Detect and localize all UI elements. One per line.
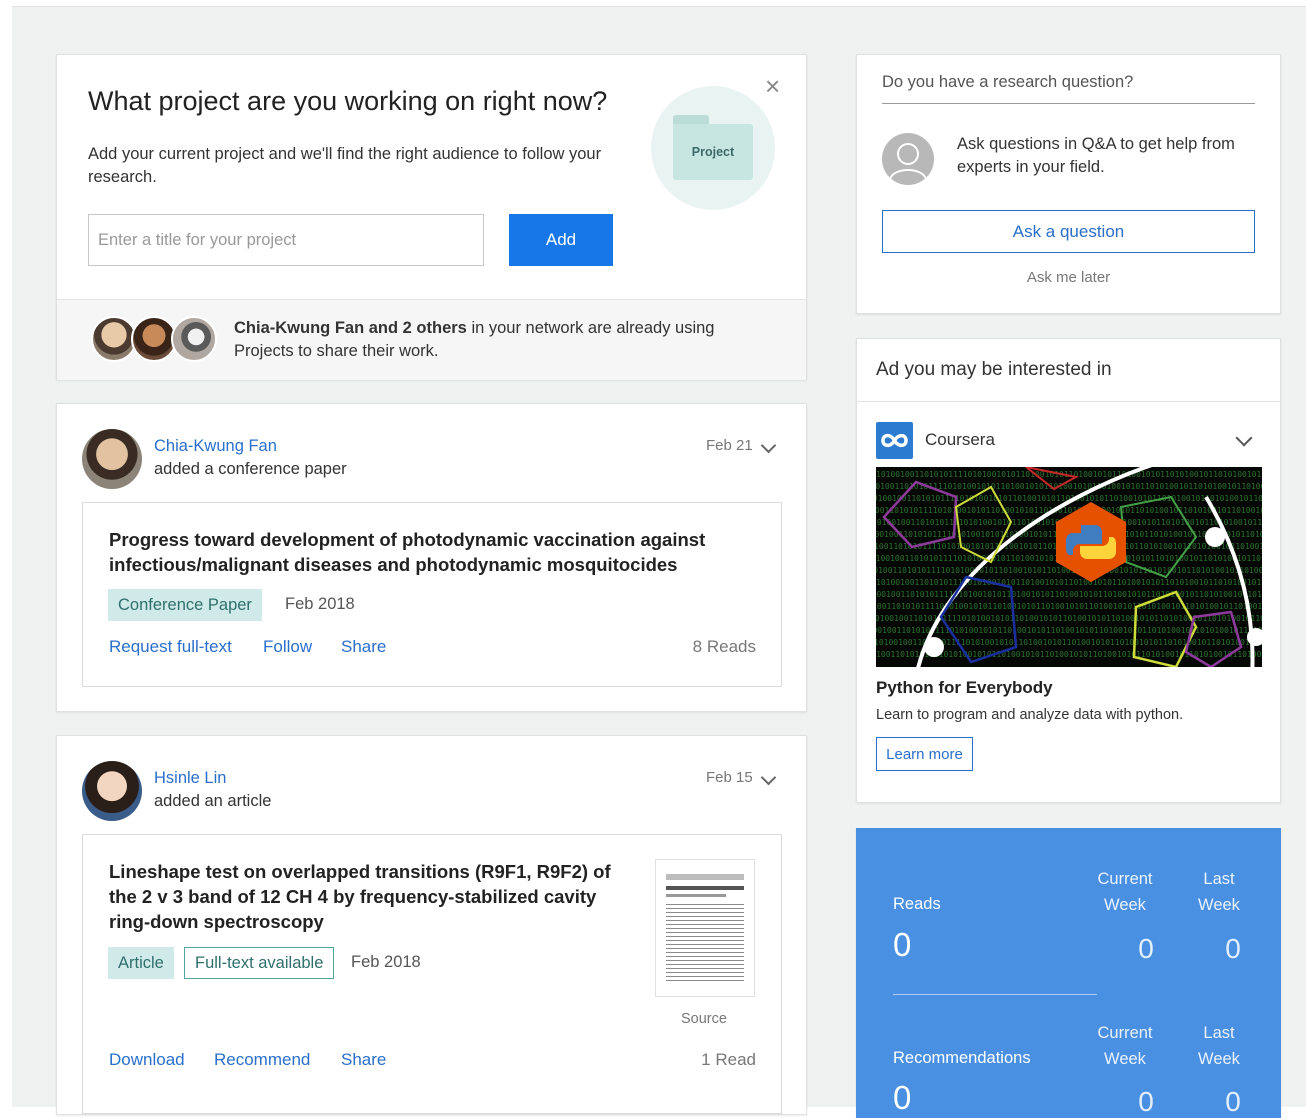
research-question-card: Do you have a research question? Ask que… [856, 54, 1281, 314]
svg-text:101001001101010111101010010101: 1010010011010101111010100101011010010101… [876, 506, 1262, 515]
reads-count: 8 Reads [692, 637, 756, 656]
post-date: Feb 21 [706, 437, 753, 454]
project-prompt-description: Add your current project and we'll find … [88, 145, 602, 186]
coursera-logo-icon[interactable] [876, 422, 913, 459]
chevron-down-icon[interactable] [760, 769, 777, 786]
recommendations-label: Recommendations [893, 1049, 1031, 1067]
svg-text:101001001101010111101010010101: 1010010011010101111010100101011010010101… [876, 602, 1262, 611]
reads-current-week: 0 [1138, 933, 1154, 964]
feed-item: Chia-Kwung Fan added a conference paper … [56, 403, 807, 712]
last-week-header: Last Week [1198, 1024, 1240, 1068]
request-full-text-link[interactable]: Request full-text [109, 637, 232, 657]
activity-text: added an article [154, 792, 272, 810]
follow-link[interactable]: Follow [263, 637, 312, 657]
ad-title[interactable]: Python for Everybody [876, 678, 1053, 698]
add-project-button[interactable]: Add [509, 214, 613, 266]
publication-date: Feb 2018 [351, 953, 421, 971]
post-date: Feb 15 [706, 769, 753, 786]
project-prompt-card: What project are you working on right no… [56, 54, 807, 380]
reads-label: Reads [893, 895, 941, 913]
recommend-link[interactable]: Recommend [214, 1050, 310, 1070]
publication-card: Progress toward development of photodyna… [82, 502, 782, 687]
advertiser-name[interactable]: Coursera [925, 430, 995, 450]
ad-header-title: Ad you may be interested in [876, 359, 1112, 380]
current-week-header: Current Week [1097, 1024, 1153, 1068]
ad-image[interactable]: 1010010011010101111010100101011010010101… [876, 467, 1262, 667]
publication-thumbnail[interactable] [655, 859, 755, 997]
avatar[interactable] [171, 316, 217, 362]
chevron-down-icon[interactable] [1235, 429, 1253, 447]
recommendations-total: 0 [893, 1079, 912, 1116]
current-week-header: Current Week [1097, 870, 1153, 914]
last-week-header: Last Week [1198, 870, 1240, 914]
user-avatar-icon [882, 133, 934, 185]
ad-card: Ad you may be interested in Coursera 101… [856, 338, 1281, 803]
ad-description: Learn to program and analyze data with p… [876, 707, 1184, 723]
network-usage-text: Chia-Kwung Fan and 2 others in your netw… [234, 317, 754, 363]
full-text-badge: Full-text available [184, 947, 335, 979]
svg-text:101001001101010111101010010101: 1010010011010101111010100101011010010101… [876, 470, 1262, 479]
stats-divider [893, 994, 1097, 995]
reads-count: 1 Read [701, 1050, 756, 1069]
share-link[interactable]: Share [341, 637, 386, 657]
folder-label: Project [673, 124, 753, 180]
publication-type-badge: Article [108, 947, 174, 979]
ask-question-button[interactable]: Ask a question [882, 210, 1255, 253]
publication-type-badge: Conference Paper [108, 589, 262, 621]
share-link[interactable]: Share [341, 1050, 386, 1070]
reads-total: 0 [893, 926, 912, 963]
publication-date: Feb 2018 [285, 595, 355, 613]
qa-prompt-text: Ask questions in Q&A to get help from ex… [957, 135, 1235, 176]
ad-header: Ad you may be interested in [857, 339, 1280, 402]
research-question-field[interactable]: Do you have a research question? [882, 73, 1255, 104]
reads-last-week: 0 [1225, 933, 1241, 964]
svg-text:101001001101010111101010010101: 1010010011010101111010100101011010010101… [876, 590, 1262, 599]
publication-title[interactable]: Progress toward development of photodyna… [109, 527, 749, 577]
svg-text:101001001101010111101010010101: 1010010011010101111010100101011010010101… [876, 578, 1262, 587]
publication-card: Lineshape test on overlapped transitions… [82, 834, 782, 1114]
avatar[interactable] [82, 429, 142, 489]
activity-text: added a conference paper [154, 460, 347, 478]
network-usage-banner: Chia-Kwung Fan and 2 others in your netw… [57, 299, 806, 380]
chevron-down-icon[interactable] [760, 437, 777, 454]
author-link[interactable]: Chia-Kwung Fan [154, 437, 277, 456]
ask-later-link[interactable]: Ask me later [882, 269, 1255, 286]
close-icon[interactable]: × [765, 73, 780, 99]
learn-more-button[interactable]: Learn more [876, 737, 973, 771]
project-prompt-title: What project are you working on right no… [88, 86, 608, 116]
project-title-input[interactable] [88, 214, 484, 266]
author-link[interactable]: Hsinle Lin [154, 769, 226, 788]
download-link[interactable]: Download [109, 1050, 185, 1070]
avatar[interactable] [82, 761, 142, 821]
publication-title[interactable]: Lineshape test on overlapped transitions… [109, 859, 639, 934]
feed-item: Hsinle Lin added an article Feb 15 Lines… [56, 735, 807, 1115]
recommendations-last-week: 0 [1225, 1086, 1241, 1117]
source-label: Source [681, 1011, 727, 1027]
recommendations-current-week: 0 [1138, 1086, 1154, 1117]
stats-card: Reads 0 Current Week Last Week 0 0 Recom… [856, 828, 1281, 1118]
network-names[interactable]: Chia-Kwung Fan and 2 others [234, 319, 467, 337]
